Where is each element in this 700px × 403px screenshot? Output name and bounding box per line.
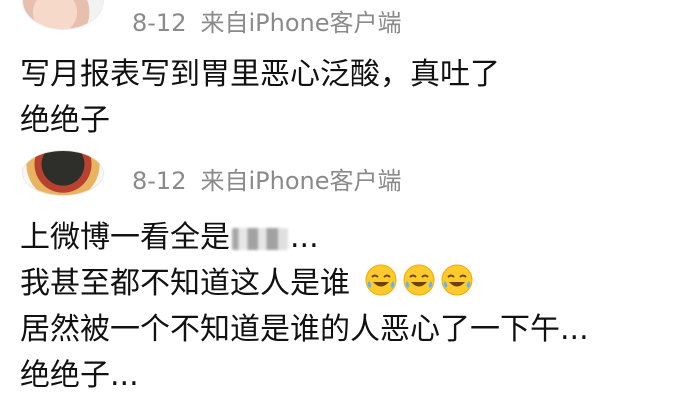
comment-text: 写月报表写到胃里恶心泛酸，真吐了 绝绝子 [20, 52, 500, 144]
comment-meta: 8-12 来自iPhone客户端 [132, 8, 401, 38]
blurred-name [232, 227, 288, 250]
avatar[interactable] [22, 0, 104, 30]
comment-line: 绝绝子... [20, 358, 139, 393]
comment-feed: 8-12 来自iPhone客户端 写月报表写到胃里恶心泛酸，真吐了 绝绝子 8-1… [0, 0, 700, 403]
laugh-crying-emoji-icon [365, 264, 397, 296]
comment-line: 上微博一看全是... [20, 215, 589, 261]
comment-line-prefix: 上微博一看全是 [20, 220, 230, 255]
comment-meta: 8-12 来自iPhone客户端 [132, 166, 401, 196]
laugh-crying-emoji-icon [441, 264, 473, 296]
laugh-crying-emoji-icon [403, 264, 435, 296]
comment-line: 我甚至都不知道这人是谁 [20, 261, 589, 307]
comment-source: 来自iPhone客户端 [200, 167, 402, 195]
comment-source: 来自iPhone客户端 [200, 9, 402, 37]
comment-line-text: 我甚至都不知道这人是谁 [20, 266, 350, 301]
comment-line-suffix: ... [290, 220, 319, 255]
comment-date: 8-12 [132, 167, 187, 195]
comment-date: 8-12 [132, 9, 187, 37]
avatar[interactable] [22, 150, 104, 196]
comment-text: 上微博一看全是... 我甚至都不知道这人是谁 居然被一个不知道是谁的人恶心了一下… [20, 215, 589, 399]
comment-line: 绝绝子 [20, 103, 110, 138]
comment-line: 居然被一个不知道是谁的人恶心了一下午... [20, 312, 589, 347]
comment-line: 写月报表写到胃里恶心泛酸，真吐了 [20, 57, 500, 92]
